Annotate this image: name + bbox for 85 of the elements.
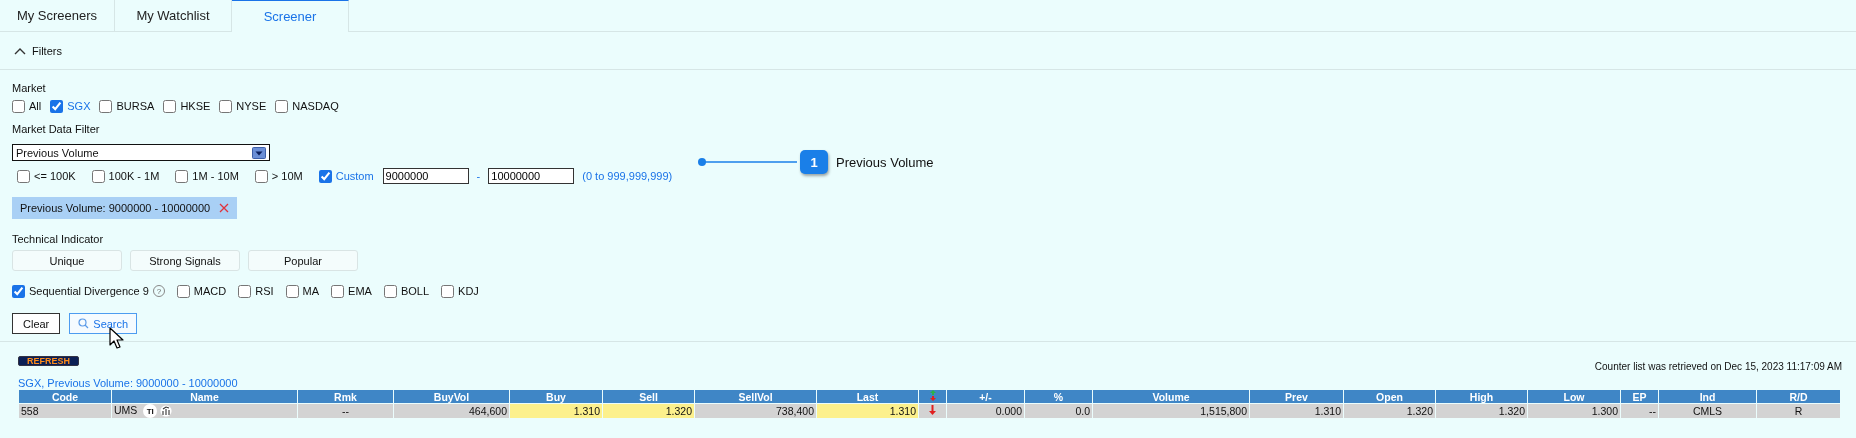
column-header[interactable]: SellVol <box>694 389 817 404</box>
option-label: 1M - 10M <box>192 170 239 182</box>
step-badge: 1 <box>800 150 828 174</box>
search-icon <box>78 318 90 329</box>
checkbox[interactable] <box>383 284 397 298</box>
retrieved-timestamp: Counter list was retrieved on Dec 15, 2023 11:17:09 AM <box>1594 360 1842 372</box>
input-field[interactable]: 9000000 <box>382 168 469 184</box>
column-header[interactable]: Low <box>1527 389 1621 404</box>
section-label: Market <box>12 82 47 95</box>
checkbox[interactable] <box>175 169 189 183</box>
checkbox[interactable] <box>441 284 455 298</box>
column-header[interactable]: Rmk <box>297 389 394 404</box>
preset-button[interactable]: Strong Signals <box>130 250 240 271</box>
column-header[interactable]: EP <box>1620 389 1659 404</box>
checkbox[interactable] <box>176 284 190 298</box>
column-header[interactable]: Prev <box>1249 389 1344 404</box>
checkbox[interactable] <box>238 284 252 298</box>
ti-badge[interactable]: TI <box>143 404 158 419</box>
option-label: MA <box>302 285 320 297</box>
cursor-icon <box>109 327 125 351</box>
column-header[interactable]: High <box>1435 389 1528 404</box>
option-label: > 10M <box>271 170 303 182</box>
option-label: NYSE <box>236 100 267 112</box>
tab[interactable]: My Screeners <box>0 0 115 32</box>
option-label: MACD <box>193 285 227 297</box>
column-header[interactable]: Buy <box>509 389 603 404</box>
checkbox[interactable] <box>91 169 105 183</box>
column-header[interactable]: Last <box>816 389 919 404</box>
checkbox[interactable] <box>331 284 345 298</box>
checkbox[interactable] <box>17 169 30 183</box>
column-header[interactable]: Open <box>1343 389 1436 404</box>
column-header[interactable]: Volume <box>1092 389 1250 404</box>
column-header[interactable] <box>918 389 947 404</box>
range-separator: - <box>476 170 481 182</box>
option-label: BOLL <box>400 285 430 297</box>
preset-button[interactable]: Popular <box>248 250 358 271</box>
clear-button[interactable]: Clear <box>12 313 61 334</box>
annotation-text: Previous Volume <box>836 154 934 170</box>
checkbox[interactable] <box>275 99 289 113</box>
option-label: Custom <box>335 170 374 182</box>
checkbox[interactable] <box>254 169 268 183</box>
option-label: RSI <box>255 285 274 297</box>
option-label: KDJ <box>458 285 479 297</box>
refresh-button[interactable]: REFRESH <box>18 356 79 366</box>
input-field[interactable]: 10000000 <box>488 168 575 184</box>
checkbox[interactable] <box>318 169 332 183</box>
column-header[interactable]: +/- <box>946 389 1025 404</box>
column-header[interactable]: Code <box>18 389 112 404</box>
column-header[interactable]: Ind <box>1658 389 1757 404</box>
dropdown[interactable]: Previous Volume <box>12 144 270 161</box>
filters-toggle[interactable]: Filters <box>14 44 62 57</box>
column-header[interactable]: % <box>1024 389 1093 404</box>
checkbox[interactable] <box>163 99 177 113</box>
close-icon[interactable] <box>219 203 230 213</box>
checkbox[interactable] <box>219 99 233 113</box>
option-label: SGX <box>67 100 91 112</box>
option-label: EMA <box>348 285 372 297</box>
column-header[interactable]: Sell <box>602 389 695 404</box>
option-label: All <box>29 100 42 112</box>
checkbox[interactable] <box>12 99 25 113</box>
option-label: BURSA <box>116 100 155 112</box>
column-header[interactable]: Name <box>111 389 298 404</box>
tab[interactable]: My Watchlist <box>115 0 232 32</box>
section-label: Technical Indicator <box>12 233 105 246</box>
preset-button[interactable]: Unique <box>12 250 122 271</box>
tab[interactable]: Screener <box>232 0 349 32</box>
option-label: <= 100K <box>34 170 76 182</box>
option-label: NASDAQ <box>292 100 339 112</box>
option-label: 100K - 1M <box>108 170 160 182</box>
checkbox[interactable] <box>99 99 113 113</box>
column-header[interactable]: R/D <box>1756 389 1841 404</box>
column-header[interactable]: BuyVol <box>393 389 510 404</box>
up-down-arrows-icon <box>928 390 937 401</box>
checkbox[interactable] <box>285 284 299 298</box>
option-label: Sequential Divergence 9 <box>29 285 149 297</box>
option-label: HKSE <box>180 100 211 112</box>
search-button[interactable]: Search <box>69 313 138 334</box>
range-hint: (0 to 999,999,999) <box>582 170 673 182</box>
chart-icon[interactable] <box>160 405 173 418</box>
section-label: Market Data Filter <box>12 123 101 136</box>
checkbox[interactable] <box>12 284 25 298</box>
filter-chip-label: Previous Volume: 9000000 - 10000000 <box>20 202 211 214</box>
checkbox[interactable] <box>50 99 64 113</box>
stock-name[interactable]: UMS <box>114 404 138 416</box>
results-caption: SGX, Previous Volume: 9000000 - 10000000 <box>18 377 239 389</box>
